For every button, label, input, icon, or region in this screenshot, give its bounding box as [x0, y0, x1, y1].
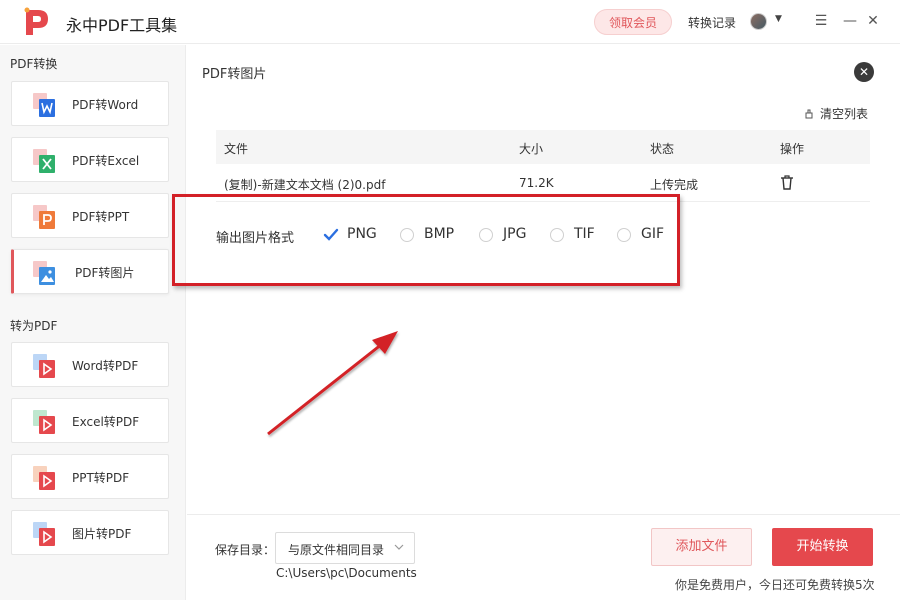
save-directory-value: 与原文件相同目录	[288, 543, 385, 557]
sidebar-item-label: PPT转PDF	[72, 471, 130, 485]
column-header-action: 操作	[780, 142, 805, 156]
sidebar-item-image-to-pdf[interactable]: 图片转PDF	[11, 510, 169, 555]
title-bar: 永中PDF工具集 领取会员 转换记录 ▼ ☰ — ✕	[0, 0, 900, 44]
excel-icon	[33, 149, 55, 173]
save-directory-select[interactable]: 与原文件相同目录	[275, 532, 415, 564]
trash-icon[interactable]	[780, 175, 794, 190]
column-header-file: 文件	[224, 142, 249, 156]
word-icon	[33, 93, 55, 117]
sidebar-item-ppt-to-pdf[interactable]: PPT转PDF	[11, 454, 169, 499]
section-title-pdf-convert: PDF转换	[10, 57, 58, 71]
save-path: C:\Users\pc\Documents	[276, 566, 417, 580]
file-name: (复制)-新建文本文档 (2)0.pdf	[224, 178, 386, 192]
avatar[interactable]	[750, 13, 767, 30]
broom-icon	[805, 109, 813, 119]
add-file-button[interactable]: 添加文件	[651, 528, 752, 566]
column-header-size: 大小	[519, 142, 544, 156]
free-user-note: 你是免费用户，今日还可免费转换5次	[675, 578, 875, 592]
close-panel-icon[interactable]: ✕	[854, 62, 874, 82]
get-vip-button[interactable]: 领取会员	[594, 9, 672, 35]
ppt-icon	[33, 205, 55, 229]
conversion-history-button[interactable]: 转换记录	[688, 14, 736, 31]
file-size: 71.2K	[519, 176, 554, 190]
chevron-down-icon	[394, 544, 404, 550]
close-window-icon[interactable]: ✕	[861, 9, 885, 33]
sidebar-item-label: 图片转PDF	[72, 527, 132, 541]
sidebar-item-label: PDF转Excel	[72, 154, 140, 168]
file-table-header: 文件 大小 状态 操作	[216, 130, 870, 164]
chevron-down-icon[interactable]: ▼	[775, 14, 782, 24]
section-title-to-pdf: 转为PDF	[10, 319, 58, 333]
sidebar-item-label: PDF转Word	[72, 98, 139, 112]
app-logo-icon	[24, 7, 48, 35]
file-status: 上传完成	[650, 178, 699, 192]
image-to-pdf-icon	[33, 522, 55, 546]
divider	[187, 514, 900, 515]
save-directory-label: 保存目录：	[215, 543, 276, 557]
sidebar-item-label: PDF转PPT	[72, 210, 130, 224]
sidebar-item-pdf-to-word[interactable]: PDF转Word	[11, 81, 169, 126]
annotation-arrow-icon	[267, 331, 398, 436]
sidebar-item-excel-to-pdf[interactable]: Excel转PDF	[11, 398, 169, 443]
sidebar: PDF转换 PDF转Word PDF转Excel PDF转PPT PDF转图片 …	[0, 45, 186, 600]
clear-list-button[interactable]: 清空列表	[804, 105, 868, 122]
page-title: PDF转图片	[202, 67, 267, 82]
start-convert-button[interactable]: 开始转换	[772, 528, 873, 566]
highlight-box	[172, 194, 680, 286]
sidebar-item-label: Excel转PDF	[72, 415, 140, 429]
sidebar-item-label: PDF转图片	[75, 266, 135, 280]
column-header-status: 状态	[650, 142, 675, 156]
excel-to-pdf-icon	[33, 410, 55, 434]
sidebar-item-pdf-to-excel[interactable]: PDF转Excel	[11, 137, 169, 182]
sidebar-item-pdf-to-ppt[interactable]: PDF转PPT	[11, 193, 169, 238]
sidebar-item-pdf-to-image[interactable]: PDF转图片	[11, 249, 169, 294]
sidebar-item-word-to-pdf[interactable]: Word转PDF	[11, 342, 169, 387]
ppt-to-pdf-icon	[33, 466, 55, 490]
clear-list-label: 清空列表	[820, 107, 869, 121]
word-to-pdf-icon	[33, 354, 55, 378]
sidebar-item-label: Word转PDF	[72, 359, 139, 373]
image-icon	[33, 261, 55, 285]
app-title: 永中PDF工具集	[66, 16, 178, 35]
minimize-icon[interactable]: —	[838, 9, 862, 33]
menu-icon[interactable]: ☰	[809, 9, 833, 33]
